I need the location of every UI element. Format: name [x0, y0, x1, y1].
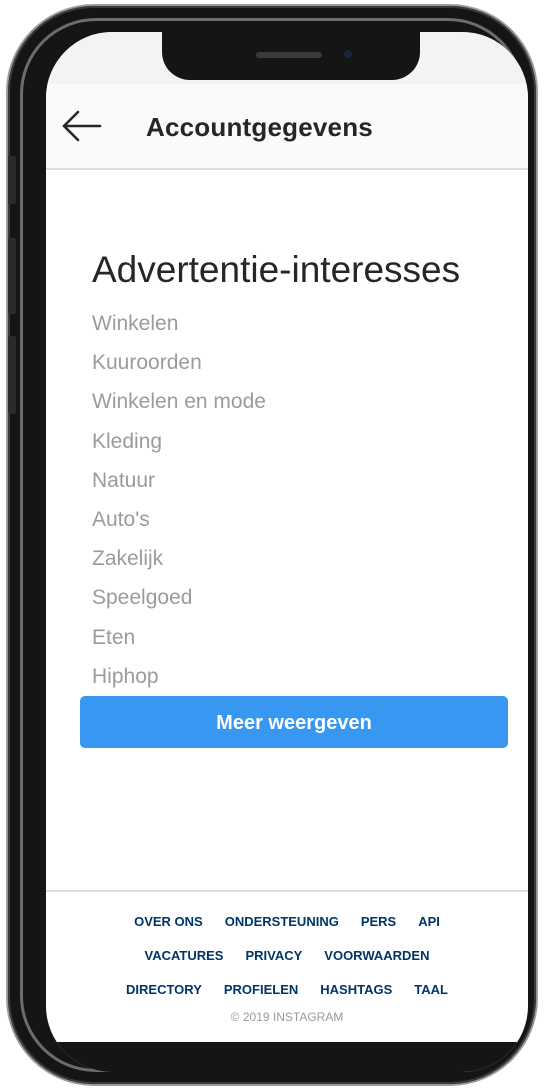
interest-item: Natuur: [92, 468, 156, 492]
earpiece-speaker: [256, 52, 322, 58]
interest-item: Winkelen: [92, 312, 179, 335]
phone-frame: Accountgegevens Advertentie-interesses W…: [8, 6, 536, 1084]
page-title: Accountgegevens: [146, 112, 373, 142]
footer-row: VACATURES PRIVACY VOORWAARDEN: [46, 938, 528, 972]
interest-item: Kleding: [92, 429, 163, 453]
footer-link-directory[interactable]: DIRECTORY: [126, 982, 202, 997]
footer-link-api[interactable]: API: [418, 914, 440, 929]
footer-row: OVER ONS ONDERSTEUNING PERS API: [46, 904, 528, 938]
back-button[interactable]: [58, 106, 106, 146]
footer-link-about[interactable]: OVER ONS: [134, 914, 203, 929]
footer-link-profiles[interactable]: PROFIELEN: [224, 982, 298, 997]
interest-item: Speelgoed: [92, 586, 193, 610]
phone-notch: [162, 32, 420, 80]
footer-link-privacy[interactable]: PRIVACY: [245, 948, 302, 963]
phone-screen: Accountgegevens Advertentie-interesses W…: [46, 32, 528, 1072]
interest-item: Kuuroorden: [92, 351, 202, 375]
footer-row: DIRECTORY PROFIELEN HASHTAGS TAAL: [46, 972, 528, 1006]
interest-item: Winkelen en mode: [92, 390, 266, 414]
footer-link-language[interactable]: TAAL: [414, 982, 448, 997]
footer-link-hashtags[interactable]: HASHTAGS: [320, 982, 392, 997]
footer-link-support[interactable]: ONDERSTEUNING: [225, 914, 339, 929]
interest-item: Hiphop: [92, 664, 159, 688]
interest-item: Auto's: [92, 507, 150, 531]
copyright-text: © 2019 INSTAGRAM: [230, 1010, 344, 1024]
volume-down-button: [8, 336, 16, 414]
arrow-left-icon: [62, 110, 102, 142]
interest-list: Winkelen Kuuroorden Winkelen en mode Kledin…: [92, 304, 266, 696]
interest-item: Zakelijk: [92, 547, 164, 571]
volume-up-button: [8, 238, 16, 314]
interest-item: Eten: [92, 625, 136, 649]
mute-switch: [8, 156, 16, 204]
phone-bottom-bezel: [46, 1042, 528, 1072]
footer-link-jobs[interactable]: VACATURES: [144, 948, 223, 963]
footer: OVER ONS ONDERSTEUNING PERS API VACATURE…: [46, 904, 528, 1025]
page-header: Accountgegevens: [46, 84, 528, 170]
show-more-button[interactable]: Meer weergeven: [80, 696, 508, 748]
section-title: Advertentie-interesses: [92, 248, 461, 290]
footer-divider: [46, 890, 528, 892]
footer-link-terms[interactable]: VOORWAARDEN: [324, 948, 429, 963]
front-camera: [344, 50, 352, 58]
footer-link-press[interactable]: PERS: [361, 914, 396, 929]
